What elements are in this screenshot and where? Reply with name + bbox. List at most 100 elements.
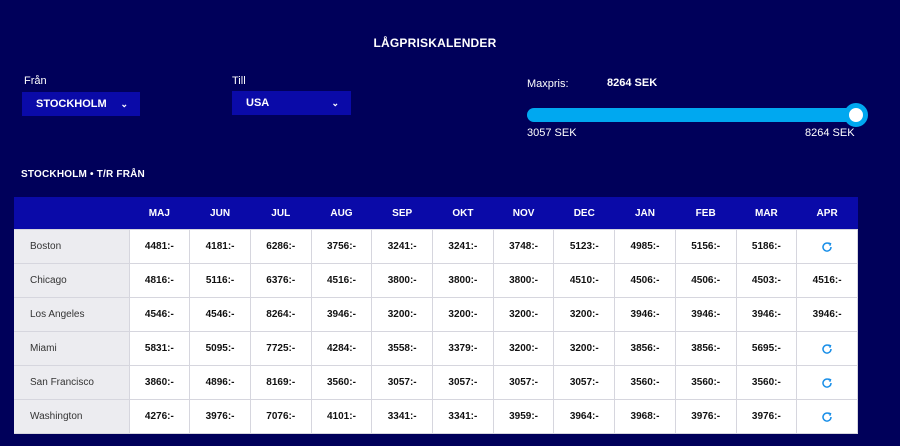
price-cell[interactable]: 3856:-	[614, 331, 676, 366]
city-name: Chicago	[14, 263, 130, 298]
city-name: Los Angeles	[14, 297, 130, 332]
price-cell[interactable]: 5831:-	[128, 331, 191, 366]
city-name: Washington	[14, 399, 130, 434]
to-select[interactable]: USA ⌄	[232, 91, 351, 115]
price-cell[interactable]: 3200:-	[492, 297, 555, 332]
city-name: Boston	[14, 229, 130, 264]
price-cell[interactable]: 3200:-	[371, 297, 434, 332]
price-cell[interactable]: 4506:-	[614, 263, 676, 298]
price-cell[interactable]: 3860:-	[128, 365, 191, 400]
month-header-jan: JAN	[614, 197, 676, 230]
price-cell[interactable]: 4506:-	[674, 263, 737, 298]
to-label: Till	[232, 75, 246, 87]
price-cell[interactable]: 5695:-	[735, 331, 798, 366]
price-cell[interactable]: 7725:-	[249, 331, 312, 366]
price-slider-track[interactable]	[527, 108, 860, 122]
price-slider-handle[interactable]	[844, 103, 868, 127]
price-cell[interactable]: 3976:-	[735, 399, 798, 434]
price-cell[interactable]: 3200:-	[553, 331, 616, 366]
price-cell[interactable]: 4284:-	[310, 331, 373, 366]
price-cell[interactable]: 3976:-	[674, 399, 737, 434]
loading-cell	[796, 229, 858, 264]
price-cell[interactable]: 4510:-	[553, 263, 616, 298]
price-cell[interactable]: 3379:-	[432, 331, 494, 366]
price-cell[interactable]: 3241:-	[371, 229, 434, 264]
price-cell[interactable]: 3976:-	[189, 399, 251, 434]
table-row: San Francisco 3860:- 4896:- 8169:- 3560:- 305…	[14, 365, 858, 400]
price-cell[interactable]: 4546:-	[128, 297, 191, 332]
price-cell[interactable]: 6376:-	[249, 263, 312, 298]
price-cell[interactable]: 3341:-	[432, 399, 494, 434]
price-cell[interactable]: 3560:-	[674, 365, 737, 400]
price-cell[interactable]: 6286:-	[249, 229, 312, 264]
table-row: Chicago 4816:- 5116:- 6376:- 4516:- 3800:- 380…	[14, 263, 858, 298]
price-cell[interactable]: 3560:-	[614, 365, 676, 400]
price-cell[interactable]: 4546:-	[189, 297, 251, 332]
chevron-down-icon: ⌄	[120, 99, 128, 109]
city-name: Miami	[14, 331, 130, 366]
price-cell[interactable]: 3756:-	[310, 229, 373, 264]
page-title: LÅGPRISKALENDER	[373, 36, 497, 50]
price-cell[interactable]: 3946:-	[310, 297, 373, 332]
price-cell[interactable]: 3200:-	[553, 297, 616, 332]
month-header-jul: JUL	[250, 197, 312, 230]
price-cell[interactable]: 3200:-	[432, 297, 494, 332]
price-cell[interactable]: 4516:-	[796, 263, 858, 298]
price-cell[interactable]: 5156:-	[674, 229, 737, 264]
price-cell[interactable]: 3946:-	[735, 297, 798, 332]
price-cell[interactable]: 8264:-	[249, 297, 312, 332]
price-cell[interactable]: 3959:-	[492, 399, 555, 434]
month-header-row: MAJ JUN JUL AUG SEP OKT NOV DEC JAN FEB MAR APR	[14, 197, 858, 230]
chevron-down-icon: ⌄	[331, 98, 339, 108]
price-cell[interactable]: 3057:-	[371, 365, 434, 400]
price-cell[interactable]: 4276:-	[128, 399, 191, 434]
month-header-jun: JUN	[189, 197, 251, 230]
price-cell[interactable]: 5123:-	[553, 229, 616, 264]
price-cell[interactable]: 7076:-	[249, 399, 312, 434]
section-title: STOCKHOLM • T/R FRÅN	[21, 169, 145, 180]
price-cell[interactable]: 8169:-	[249, 365, 312, 400]
price-cell[interactable]: 3057:-	[492, 365, 555, 400]
price-cell[interactable]: 4516:-	[310, 263, 373, 298]
price-cell[interactable]: 3241:-	[432, 229, 494, 264]
month-header-aug: AUG	[311, 197, 372, 230]
price-cell[interactable]: 3800:-	[371, 263, 434, 298]
price-cell[interactable]: 3558:-	[371, 331, 434, 366]
price-cell[interactable]: 3946:-	[674, 297, 737, 332]
price-cell[interactable]: 4985:-	[614, 229, 676, 264]
month-header-dec: DEC	[553, 197, 615, 230]
price-cell[interactable]: 3057:-	[432, 365, 494, 400]
loading-cell	[796, 399, 858, 434]
price-cell[interactable]: 4101:-	[310, 399, 373, 434]
price-cell[interactable]: 3968:-	[614, 399, 676, 434]
table-row: Boston 4481:- 4181:- 6286:- 3756:- 3241:- 3241…	[14, 229, 858, 264]
price-cell[interactable]: 3560:-	[310, 365, 373, 400]
month-header-apr: APR	[796, 197, 858, 230]
month-header-okt: OKT	[432, 197, 494, 230]
price-cell[interactable]: 3748:-	[492, 229, 555, 264]
price-cell[interactable]: 4481:-	[128, 229, 191, 264]
slider-max-label: 8264 SEK	[805, 127, 855, 139]
price-cell[interactable]: 4896:-	[189, 365, 251, 400]
price-cell[interactable]: 3057:-	[553, 365, 616, 400]
price-cell[interactable]: 5186:-	[735, 229, 798, 264]
price-cell[interactable]: 5095:-	[189, 331, 251, 366]
price-cell[interactable]: 3800:-	[492, 263, 555, 298]
price-cell[interactable]: 4181:-	[189, 229, 251, 264]
refresh-icon	[822, 411, 832, 422]
from-label: Från	[24, 75, 47, 87]
price-cell[interactable]: 3946:-	[796, 297, 858, 332]
price-cell[interactable]: 3964:-	[553, 399, 616, 434]
table-row: Los Angeles 4546:- 4546:- 8264:- 3946:- 3200:…	[14, 297, 858, 332]
price-cell[interactable]: 3560:-	[735, 365, 798, 400]
price-cell[interactable]: 3946:-	[614, 297, 676, 332]
from-select[interactable]: STOCKHOLM ⌄	[22, 92, 140, 116]
maxprice-label: Maxpris:	[527, 78, 569, 90]
price-cell[interactable]: 3800:-	[432, 263, 494, 298]
price-cell[interactable]: 3200:-	[492, 331, 555, 366]
price-cell[interactable]: 3856:-	[674, 331, 737, 366]
price-cell[interactable]: 3341:-	[371, 399, 434, 434]
price-cell[interactable]: 5116:-	[189, 263, 251, 298]
price-cell[interactable]: 4503:-	[735, 263, 798, 298]
price-cell[interactable]: 4816:-	[128, 263, 191, 298]
